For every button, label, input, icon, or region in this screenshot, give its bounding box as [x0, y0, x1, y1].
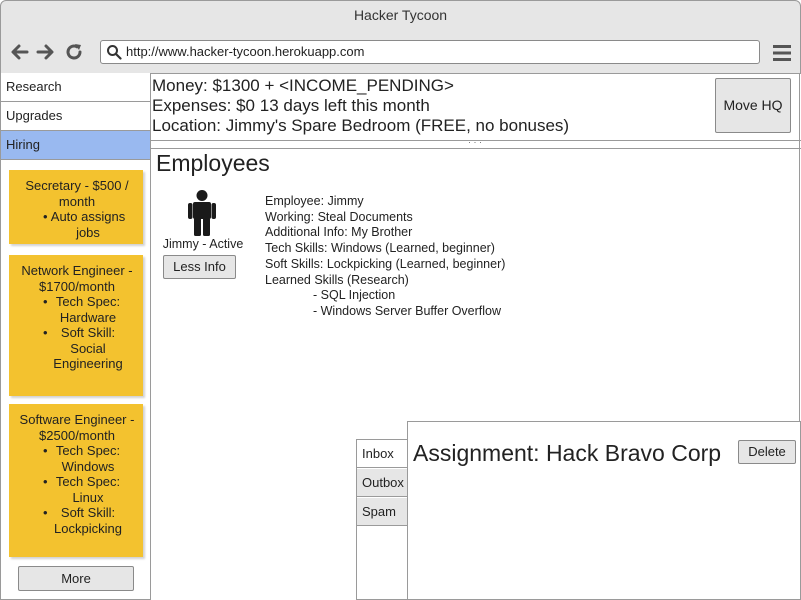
hire-card-title: Network Engineer - $1700/month: [21, 263, 133, 294]
sidebar-item-upgrades[interactable]: Upgrades: [1, 102, 150, 131]
back-arrow-icon[interactable]: [10, 42, 30, 62]
mail-tabs: Inbox Outbox Spam: [356, 439, 408, 600]
hire-card-title: Secretary - $500 / month: [25, 178, 129, 209]
person-icon: [188, 190, 216, 236]
detail-line: Employee: Jimmy: [265, 194, 364, 208]
hire-card-secretary[interactable]: Secretary - $500 / month Auto assigns jo…: [9, 170, 143, 244]
hire-card-bullet: Tech Spec: Linux: [17, 474, 137, 505]
detail-line: Working: Steal Documents: [265, 209, 413, 224]
hire-card-bullet: Soft Skill: Lockpicking: [17, 505, 137, 536]
delete-button[interactable]: Delete: [738, 440, 796, 464]
location-stat: Location: Jimmy's Spare Bedroom (FREE, n…: [152, 116, 570, 135]
tab-outbox[interactable]: Outbox: [357, 469, 407, 497]
expenses-stat: Expenses: $0 13 days left this month: [152, 96, 430, 115]
hire-card-bullet: Tech Spec: Hardware: [17, 294, 137, 325]
window-title-bar: Hacker Tycoon: [0, 0, 801, 30]
reload-icon[interactable]: [64, 42, 84, 62]
tab-label: Inbox: [362, 446, 394, 461]
employee-details: Employee: Jimmy Working: Steal Documents…: [265, 194, 505, 320]
tab-inbox[interactable]: Inbox: [357, 440, 407, 468]
move-hq-button[interactable]: Move HQ: [715, 78, 791, 133]
hire-card-bullet: Auto assigns jobs: [17, 209, 137, 240]
forward-arrow-icon[interactable]: [35, 42, 55, 62]
hire-card-network-engineer[interactable]: Network Engineer - $1700/month Tech Spec…: [9, 255, 143, 396]
sidebar-item-label: Hiring: [6, 137, 40, 152]
tab-label: Spam: [362, 504, 396, 519]
hire-card-bullet: Soft Skill: Social Engineering: [17, 325, 137, 372]
money-stat: Money: $1300 + <INCOME_PENDING>: [152, 76, 454, 95]
hamburger-menu-icon[interactable]: [772, 43, 792, 63]
detail-line: Additional Info: My Brother: [265, 225, 413, 240]
stats-header: Money: $1300 + <INCOME_PENDING> Expenses…: [151, 73, 801, 141]
hire-card-title: Software Engineer - $2500/month: [19, 412, 135, 443]
search-icon: [107, 45, 122, 60]
tab-spam[interactable]: Spam: [357, 498, 407, 526]
learned-skill: - SQL Injection: [313, 288, 396, 303]
employee-status-caption: Jimmy - Active: [162, 237, 244, 251]
window-title: Hacker Tycoon: [353, 7, 448, 23]
divider-drag-handle[interactable]: · · ·: [465, 138, 485, 147]
more-button[interactable]: More: [18, 566, 134, 591]
less-info-button[interactable]: Less Info: [163, 255, 236, 279]
sidebar-item-research[interactable]: Research: [1, 73, 150, 102]
employees-title: Employees: [156, 150, 270, 176]
hire-card-software-engineer[interactable]: Software Engineer - $2500/month Tech Spe…: [9, 404, 143, 557]
learned-skill: - Windows Server Buffer Overflow: [313, 303, 502, 318]
assignment-title: Assignment: Hack Bravo Corp: [413, 440, 722, 466]
sidebar-item-hiring[interactable]: Hiring: [1, 131, 150, 160]
detail-line: Tech Skills: Windows (Learned, beginner): [265, 241, 495, 256]
url-bar[interactable]: http://www.hacker-tycoon.herokuapp.com: [100, 40, 760, 64]
hire-card-bullet: Tech Spec: Windows: [17, 443, 137, 474]
url-text: http://www.hacker-tycoon.herokuapp.com: [126, 44, 365, 59]
divider-line: [151, 148, 801, 149]
sidebar-item-label: Upgrades: [6, 108, 63, 123]
detail-line: Soft Skills: Lockpicking (Learned, begin…: [265, 256, 506, 271]
tab-label: Outbox: [362, 475, 404, 490]
detail-line: Learned Skills (Research): [265, 272, 409, 287]
sidebar-item-label: Research: [6, 79, 62, 94]
